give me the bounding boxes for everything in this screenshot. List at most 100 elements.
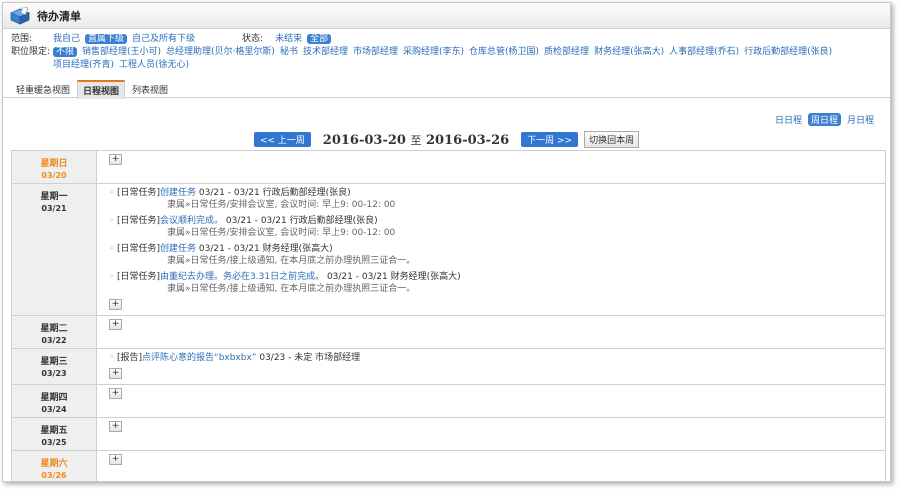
position-option[interactable]: 销售部经理(王小可)	[82, 47, 161, 57]
position-option[interactable]: 仓库总管(杨卫国)	[469, 47, 539, 57]
day-label-cell: 星期一 03/21	[11, 183, 97, 316]
task-item: ◦ [报告]点评陈心意的报告“bxbxbx” 03/23 - 未定 市场部经理	[109, 352, 877, 364]
day-name: 星期六	[40, 459, 68, 469]
day-content-cell: ◦ [日常任务]创建任务 03/21 - 03/21 行政后勤部经理(张良) 隶属»…	[96, 183, 886, 316]
position-option[interactable]: 技术部经理	[303, 47, 348, 57]
day-content-cell: +	[96, 384, 886, 418]
position-option[interactable]: 人事部经理(乔石)	[669, 47, 739, 57]
task-subtitle: 隶属»日常任务/安排会议室, 会议时间: 早上9: 00-12: 00	[167, 200, 396, 210]
day-label-cell: 星期六 03/26	[11, 450, 97, 481]
day-row: 星期二 03/22 +	[11, 315, 886, 349]
position-option[interactable]: 财务经理(张高大)	[594, 47, 664, 57]
task-link[interactable]: 会议顺利完成。	[160, 216, 223, 226]
task-meta: 03/21 - 03/21 财务经理(张高大)	[196, 244, 333, 254]
scope-option[interactable]: 自己及所有下级	[132, 34, 195, 44]
day-row: 星期五 03/25 +	[11, 417, 886, 451]
add-task-button[interactable]: +	[109, 299, 122, 310]
view-tab[interactable]: 日程视图	[77, 80, 126, 99]
task-category: [报告]	[117, 353, 143, 363]
task-category: [日常任务]	[117, 216, 161, 226]
scope-label: 范围:	[11, 34, 33, 44]
position-label: 职位限定:	[11, 47, 51, 57]
position-option[interactable]: 工程人员(徐无心)	[119, 60, 189, 70]
status-option[interactable]: 未结束	[275, 34, 302, 44]
task-subtitle: 隶属»日常任务/接上级通知, 在本月底之前办理执照三证合一。	[167, 256, 416, 266]
task-link[interactable]: 点评陈心意的报告“bxbxbx”	[142, 353, 256, 363]
schedule-view-option[interactable]: 周日程	[807, 113, 841, 126]
day-date: 03/24	[41, 405, 67, 414]
day-name: 星期一	[40, 192, 68, 202]
position-option[interactable]: 采购经理(李东)	[403, 47, 464, 57]
day-label-cell: 星期二 03/22	[11, 315, 97, 349]
position-option[interactable]: 不限	[53, 47, 78, 57]
position-option[interactable]: 秘书	[280, 47, 298, 57]
task-category: [日常任务]	[117, 188, 161, 198]
week-range-separator: 至	[410, 133, 422, 147]
view-tab[interactable]: 列表视图	[127, 80, 173, 98]
schedule-view-switch: 日日程 周日程 月日程	[775, 113, 874, 126]
day-label-cell: 星期日 03/20	[11, 150, 97, 184]
position-option[interactable]: 行政后勤部经理(张良)	[744, 47, 832, 57]
next-week-button[interactable]: 下一周 >>	[521, 132, 579, 147]
day-row: 星期六 03/26 +	[11, 450, 886, 481]
checklist-icon	[9, 5, 31, 25]
day-row: 星期一 03/21 ◦ [日常任务]创建任务 03/21 - 03/21 行政后勤部经…	[11, 183, 886, 316]
position-option[interactable]: 市场部经理	[353, 47, 398, 57]
schedule-view-option[interactable]: 月日程	[847, 113, 874, 126]
day-label-cell: 星期五 03/25	[11, 417, 97, 451]
day-content-cell: +	[96, 450, 886, 481]
position-option[interactable]: 质检部经理	[544, 47, 589, 57]
status-label: 状态:	[242, 34, 264, 44]
task-meta: 03/21 - 03/21 行政后勤部经理(张良)	[223, 216, 378, 226]
position-option[interactable]: 项目经理(齐青)	[53, 60, 114, 70]
add-task-button[interactable]: +	[109, 421, 122, 432]
day-row: 星期三 03/23 ◦ [报告]点评陈心意的报告“bxbxbx” 03/23 - 未定…	[11, 348, 886, 385]
day-row: 星期日 03/20 +	[11, 150, 886, 184]
scope-option[interactable]: 我自己	[53, 34, 80, 44]
task-category: [日常任务]	[117, 272, 161, 282]
add-task-button[interactable]: +	[109, 368, 122, 379]
bullet-icon: ◦	[109, 272, 115, 282]
day-label-cell: 星期四 03/24	[11, 384, 97, 418]
prev-week-button[interactable]: << 上一周	[253, 132, 311, 147]
task-link[interactable]: 创建任务	[160, 188, 196, 198]
add-task-button[interactable]: +	[109, 388, 122, 399]
task-item: ◦ [日常任务]创建任务 03/21 - 03/21 行政后勤部经理(张良) 隶属»…	[109, 187, 877, 211]
task-category: [日常任务]	[117, 244, 161, 254]
task-meta: 03/21 - 03/21 财务经理(张高大)	[324, 272, 461, 282]
task-meta: 03/23 - 未定 市场部经理	[256, 353, 361, 363]
day-content-cell: ◦ [报告]点评陈心意的报告“bxbxbx” 03/23 - 未定 市场部经理 +	[96, 348, 886, 385]
add-task-button[interactable]: +	[109, 319, 122, 330]
day-content-cell: +	[96, 417, 886, 451]
week-end: 2016-03-26	[426, 132, 510, 148]
task-link[interactable]: 创建任务	[160, 244, 196, 254]
task-item: ◦ [日常任务]创建任务 03/21 - 03/21 财务经理(张高大) 隶属»日常…	[109, 243, 877, 267]
bullet-icon: ◦	[109, 188, 115, 198]
title-bar: 待办清单	[3, 3, 890, 29]
task-subtitle: 隶属»日常任务/接上级通知, 在本月底之前办理执照三证合一。	[167, 284, 416, 294]
add-task-button[interactable]: +	[109, 154, 122, 165]
scope-row: 范围: 我自己 直属下级 自己及所有下级 状态: 未结束 全部	[11, 33, 882, 46]
day-content-cell: +	[96, 315, 886, 349]
bullet-icon: ◦	[109, 353, 115, 363]
day-row: 星期四 03/24 +	[11, 384, 886, 418]
view-tab[interactable]: 轻重缓急视图	[11, 80, 75, 98]
day-name: 星期日	[40, 159, 68, 169]
status-option[interactable]: 全部	[307, 34, 332, 44]
day-date: 03/23	[41, 369, 67, 378]
week-start: 2016-03-20	[322, 132, 406, 148]
day-label-cell: 星期三 03/23	[11, 348, 97, 385]
scope-option[interactable]: 直属下级	[85, 34, 128, 44]
day-date: 03/20	[41, 171, 67, 180]
day-date: 03/26	[41, 471, 67, 480]
todo-window: 待办清单 范围: 我自己 直属下级 自己及所有下级 状态: 未结束 全部 职位限定: …	[2, 2, 891, 482]
add-task-button[interactable]: +	[109, 454, 122, 465]
day-name: 星期三	[40, 357, 68, 367]
task-meta: 03/21 - 03/21 行政后勤部经理(张良)	[196, 188, 351, 198]
day-content-cell: +	[96, 150, 886, 184]
position-option[interactable]: 总经理助理(贝尔·格里尔斯)	[166, 47, 275, 57]
task-link[interactable]: 由董纪去办理。务必在3.31日之前完成。	[160, 272, 324, 282]
schedule-view-option[interactable]: 日日程	[775, 113, 802, 126]
week-navigator: << 上一周 2016-03-20 至 2016-03-26 下一周 >> 切换…	[3, 131, 890, 148]
current-week-button[interactable]: 切换回本周	[584, 131, 640, 148]
